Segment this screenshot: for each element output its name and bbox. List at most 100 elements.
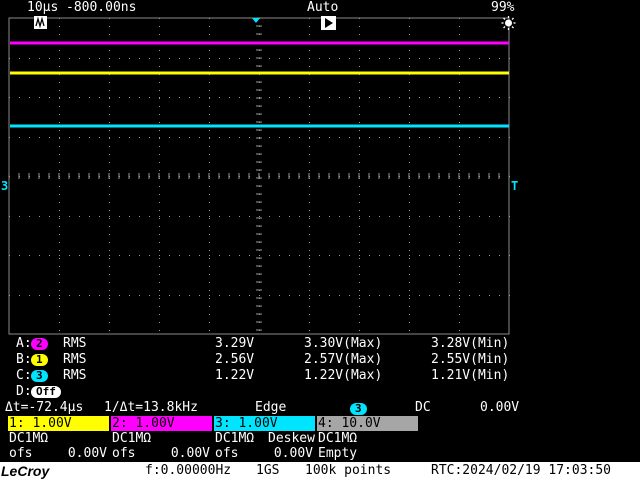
grid-dot — [59, 97, 60, 98]
grid-dot — [349, 255, 350, 256]
channel-scale[interactable]: 3: 1.00V — [214, 416, 315, 431]
grid-dot — [459, 226, 460, 227]
grid-dot — [99, 137, 100, 138]
waveform-display: 3 T — [1, 17, 518, 335]
grid-dot — [409, 114, 410, 115]
grid-dot — [159, 295, 160, 296]
timebase-value[interactable]: 10µs — [27, 0, 58, 16]
grid-dot — [109, 50, 110, 51]
grid-dot — [159, 298, 160, 299]
measurement-source-badge[interactable]: Off — [31, 386, 61, 398]
grid-dot — [409, 82, 410, 83]
grid-dot — [459, 242, 460, 243]
trigger-level-marker[interactable]: T — [511, 179, 518, 193]
grid-dot — [459, 162, 460, 163]
measurement-row[interactable]: B: 1 RMS 2.56V 2.57V(Max) 2.55V(Min) — [0, 352, 640, 368]
grid-dot — [19, 295, 20, 296]
grid-dot — [459, 274, 460, 275]
grid-dot — [209, 66, 210, 67]
grid-dot — [509, 216, 510, 217]
channel-scale[interactable]: 1: 1.00V — [8, 416, 109, 431]
grid-dot — [409, 290, 410, 291]
grid-dot — [159, 218, 160, 219]
measurement-function: RMS — [63, 352, 87, 367]
grid-dot — [209, 58, 210, 59]
grid-dot — [209, 50, 210, 51]
grid-dot — [89, 295, 90, 296]
trigger-level[interactable]: 0.00V — [480, 400, 519, 416]
measurement-row[interactable]: D: Off — [0, 384, 640, 400]
grid-dot — [159, 154, 160, 155]
grid-dot — [139, 137, 140, 138]
trigger-source-badge[interactable]: 3 — [350, 403, 367, 415]
grid-dot — [159, 306, 160, 307]
grid-dot — [339, 137, 340, 138]
grid-dot — [409, 66, 410, 67]
grid-dot — [499, 58, 500, 59]
grid-dot — [179, 97, 180, 98]
grid-dot — [59, 258, 60, 259]
grid-dot — [359, 170, 360, 171]
grid-dot — [459, 298, 460, 299]
grid-dot — [469, 97, 470, 98]
grid-dot — [159, 90, 160, 91]
grid-dot — [109, 18, 110, 19]
trigger-coupling[interactable]: DC — [415, 400, 431, 416]
channel-4-box[interactable]: 4: 10.0V DC1MΩ Empty — [317, 416, 418, 462]
grid-dot — [309, 242, 310, 243]
channel-1-box[interactable]: 1: 1.00V DC1MΩ ofs 0.00V — [8, 416, 109, 462]
grid-dot — [509, 255, 510, 256]
grid-dot — [309, 97, 310, 98]
grid-dot — [369, 58, 370, 59]
measurement-source-badge[interactable]: 3 — [31, 370, 48, 382]
grid-dot — [159, 274, 160, 275]
measurement-slot: C: — [16, 368, 32, 383]
grid-dot — [459, 234, 460, 235]
grid-dot — [9, 137, 10, 138]
grid-dot — [359, 322, 360, 323]
horizontal-delay[interactable]: -800.00ns — [66, 0, 136, 16]
grid-dot — [159, 216, 160, 217]
grid-dot — [399, 216, 400, 217]
grid-dot — [159, 50, 160, 51]
grid-dot — [49, 295, 50, 296]
measurement-row[interactable]: A: 2 RMS 3.29V 3.30V(Max) 3.28V(Min) — [0, 336, 640, 352]
grid-dot — [459, 255, 460, 256]
grid-dot — [459, 18, 460, 19]
grid-dot — [509, 58, 510, 59]
grid-dot — [279, 255, 280, 256]
trigger-mode[interactable]: Auto — [307, 0, 338, 16]
grid-dot — [59, 58, 60, 59]
grid-dot — [409, 146, 410, 147]
grid-dot — [79, 255, 80, 256]
grid-dot — [169, 97, 170, 98]
grid-dot — [309, 138, 310, 139]
trigger-type[interactable]: Edge — [255, 400, 286, 416]
measurement-row[interactable]: C: 3 RMS 1.22V 1.22V(Max) 1.21V(Min) — [0, 368, 640, 384]
grid-dot — [359, 266, 360, 267]
grid-dot — [409, 216, 410, 217]
grid-dot — [199, 97, 200, 98]
grid-dot — [459, 154, 460, 155]
grid-dot — [319, 97, 320, 98]
trigger-position-marker[interactable] — [252, 18, 260, 23]
grid-dot — [229, 137, 230, 138]
ch3-ground-marker[interactable]: 3 — [1, 179, 8, 193]
grid-dot — [159, 137, 160, 138]
measurement-source-badge[interactable]: 1 — [31, 354, 48, 366]
grid-dot — [249, 97, 250, 98]
channel-scale[interactable]: 4: 10.0V — [317, 416, 418, 431]
channel-3-box[interactable]: 3: 1.00V DC1MΩ Deskew ofs 0.00V — [214, 416, 315, 462]
grid-dot — [289, 295, 290, 296]
grid-dot — [59, 330, 60, 331]
grid-dot — [59, 314, 60, 315]
grid-dot — [429, 295, 430, 296]
grid-dot — [59, 34, 60, 35]
channel-scale[interactable]: 2: 1.00V — [111, 416, 212, 431]
measurement-source-badge[interactable]: 2 — [31, 338, 48, 350]
grid-dot — [99, 216, 100, 217]
grid-dot — [309, 82, 310, 83]
grid-dot — [249, 255, 250, 256]
grid-dot — [149, 295, 150, 296]
channel-2-box[interactable]: 2: 1.00V DC1MΩ ofs 0.00V — [111, 416, 212, 462]
